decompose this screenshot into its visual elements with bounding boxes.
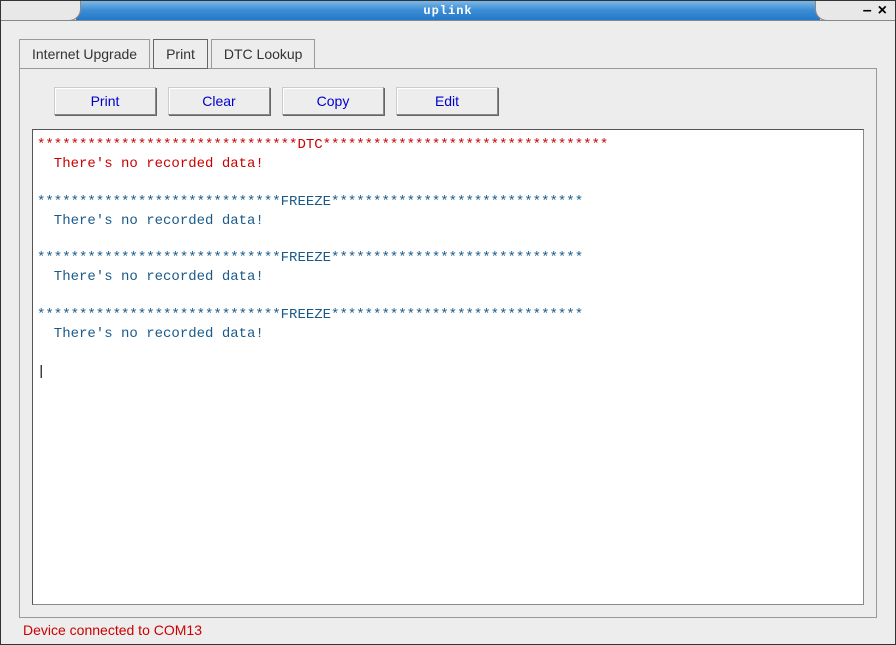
freeze-body-3: There's no recorded data! <box>37 326 264 342</box>
tab-internet-upgrade[interactable]: Internet Upgrade <box>19 39 150 69</box>
status-bar: Device connected to COM13 <box>19 618 877 638</box>
dtc-header: *******************************DTC******… <box>37 137 608 153</box>
print-button[interactable]: Print <box>54 87 156 115</box>
close-button[interactable]: × <box>878 2 887 20</box>
titlebar-right-controls: – × <box>815 1 895 21</box>
dtc-body: There's no recorded data! <box>37 156 264 172</box>
text-cursor: | <box>37 364 45 380</box>
minimize-button[interactable]: – <box>863 2 872 20</box>
tab-panel: Print Clear Copy Edit ******************… <box>19 68 877 618</box>
client-area: Internet Upgrade Print DTC Lookup Print … <box>1 21 895 644</box>
titlebar: uplink – × <box>1 1 895 21</box>
tabs-row: Internet Upgrade Print DTC Lookup <box>19 39 877 69</box>
titlebar-center: uplink <box>76 1 820 20</box>
status-text: Device connected to COM13 <box>23 622 202 638</box>
window-title: uplink <box>423 4 472 18</box>
clear-button[interactable]: Clear <box>168 87 270 115</box>
tab-dtc-lookup[interactable]: DTC Lookup <box>211 39 316 69</box>
freeze-header-3: *****************************FREEZE*****… <box>37 307 583 323</box>
titlebar-left-decoration <box>1 1 81 21</box>
freeze-header-1: *****************************FREEZE*****… <box>37 194 583 210</box>
buttons-row: Print Clear Copy Edit <box>32 87 864 115</box>
freeze-body-2: There's no recorded data! <box>37 269 264 285</box>
app-window: uplink – × Internet Upgrade Print DTC Lo… <box>0 0 896 645</box>
copy-button[interactable]: Copy <box>282 87 384 115</box>
tab-print[interactable]: Print <box>153 39 208 69</box>
output-text-area[interactable]: *******************************DTC******… <box>32 129 864 605</box>
edit-button[interactable]: Edit <box>396 87 498 115</box>
freeze-body-1: There's no recorded data! <box>37 213 264 229</box>
freeze-header-2: *****************************FREEZE*****… <box>37 250 583 266</box>
